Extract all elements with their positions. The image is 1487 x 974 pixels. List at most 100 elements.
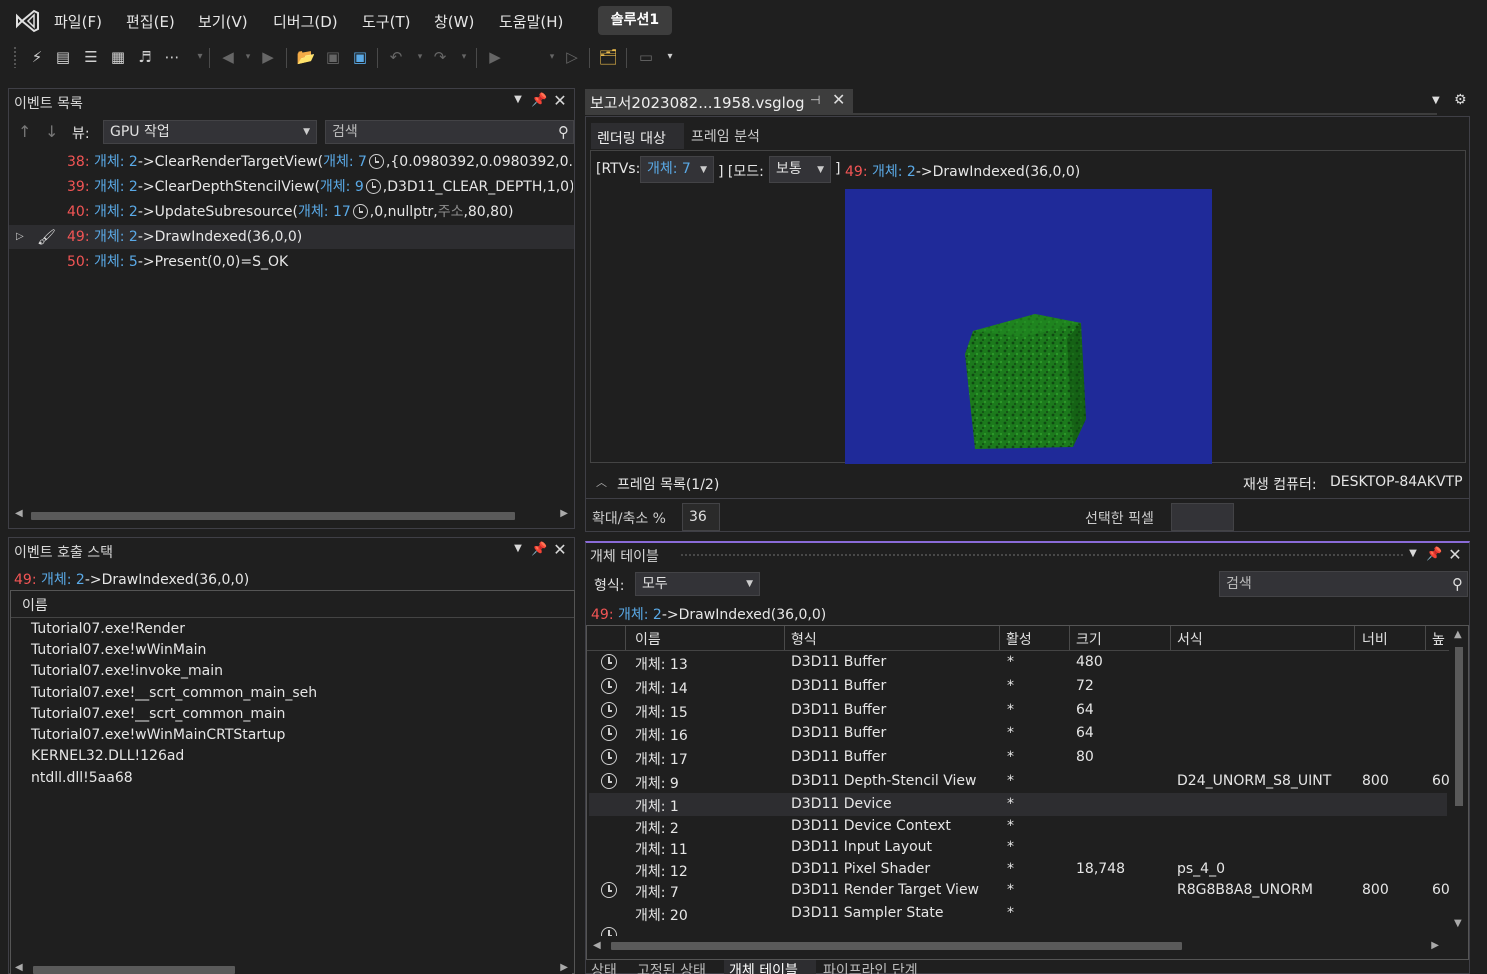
start-without-debug-icon[interactable]: ▷	[562, 47, 582, 67]
stack-frame[interactable]: Tutorial07.exe!__scrt_common_main_seh	[31, 685, 317, 701]
event-row[interactable]: 39: 개체: 2->ClearDepthStencilView(개체: 9 ,D…	[9, 175, 573, 199]
table-row[interactable]: 개체: 9 D3D11 Depth-Stencil View * D24_UNORM_…	[589, 770, 1450, 793]
tab-state[interactable]: 상태	[591, 960, 617, 974]
history-icon[interactable]	[601, 773, 617, 789]
history-icon[interactable]	[601, 725, 617, 741]
solution-explorer-icon[interactable]: 🗂	[598, 47, 618, 67]
object-link[interactable]: 2	[907, 164, 916, 180]
event-row[interactable]: 40: 개체: 2->UpdateSubresource(개체: 17,0,nu…	[9, 200, 573, 224]
overflow-icon[interactable]: ▾	[190, 47, 210, 67]
stack-frame[interactable]: Tutorial07.exe!wWinMain	[31, 642, 206, 658]
next-event-icon[interactable]: ↓	[45, 122, 58, 141]
scroll-left-icon[interactable]: ◀	[15, 962, 23, 973]
event-row[interactable]: 50: 개체: 5->Present(0,0)=S_OK	[9, 250, 573, 274]
back-icon[interactable]: ◀	[218, 47, 238, 67]
stack-frame[interactable]: Tutorial07.exe!invoke_main	[31, 663, 223, 679]
tab-pipeline-stages[interactable]: 파이프라인 단계	[823, 960, 918, 974]
column-header-format[interactable]: 서식	[1177, 629, 1203, 649]
menu-edit[interactable]: 편집(E)	[126, 11, 175, 32]
table-row[interactable]: 개체: 20 D3D11 Sampler State *	[589, 902, 1447, 925]
toolbar-grip[interactable]	[13, 46, 17, 68]
render-target-image[interactable]	[845, 189, 1212, 464]
table-row[interactable]: 개체: 1 D3D11 Device *	[589, 793, 1447, 816]
start-dropdown-icon[interactable]: ▾	[542, 47, 562, 67]
column-divider[interactable]	[1069, 626, 1070, 650]
address-link[interactable]: 주소	[438, 204, 464, 220]
undo-icon[interactable]: ↶	[386, 47, 406, 67]
expand-icon[interactable]: ▷	[16, 225, 24, 249]
open-folder-icon[interactable]: 📂	[296, 47, 316, 67]
scrollbar-thumb[interactable]	[33, 966, 235, 974]
tab-pinned-state[interactable]: 고정된 상태	[637, 960, 706, 974]
pin-icon[interactable]: 📌	[531, 542, 547, 557]
scroll-down-icon[interactable]: ▼	[1454, 918, 1462, 929]
pin-icon[interactable]: 📌	[531, 93, 547, 108]
horizontal-scrollbar[interactable]: ◀ ▶	[11, 507, 572, 523]
object-search-input[interactable]: 검색 ⚲	[1219, 571, 1468, 597]
column-divider[interactable]	[1170, 626, 1171, 650]
capture-icon[interactable]: ⚡	[27, 47, 47, 67]
table-row[interactable]: 개체: 12 D3D11 Pixel Shader * 18,748 ps_4_0	[589, 858, 1447, 881]
save-all-icon[interactable]: ▣	[350, 47, 370, 67]
history-icon[interactable]	[601, 749, 617, 765]
scroll-right-icon[interactable]: ▶	[560, 508, 568, 519]
horizontal-scrollbar[interactable]: ◀ ▶	[587, 937, 1449, 955]
event-row-selected[interactable]: ▷ 🖌 49: 개체: 2->DrawIndexed(36,0,0)	[9, 225, 574, 249]
title-grip[interactable]	[680, 553, 1404, 558]
scroll-right-icon[interactable]: ▶	[560, 962, 568, 973]
object-link[interactable]: 2	[76, 572, 85, 588]
table-row[interactable]: 개체: 16 D3D11 Buffer * 64	[589, 722, 1447, 745]
object-link[interactable]: 2	[129, 204, 138, 220]
call-stack-icon[interactable]: ⋯	[162, 47, 182, 67]
table-row[interactable]: 개체: 14 D3D11 Buffer * 72	[589, 675, 1447, 698]
window-position-icon[interactable]: ▼	[510, 543, 526, 554]
column-header-size[interactable]: 크기	[1076, 629, 1102, 649]
close-icon[interactable]: ✕	[552, 91, 568, 110]
forward-icon[interactable]: ▶	[258, 47, 278, 67]
rtv-select[interactable]: 개체: 7 ▼	[640, 156, 714, 183]
event-search-input[interactable]: 검색 ⚲	[325, 120, 574, 144]
pipeline-icon[interactable]: ♬	[135, 47, 155, 67]
column-divider[interactable]	[625, 626, 626, 650]
back-dropdown-icon[interactable]: ▾	[238, 47, 258, 67]
format-select[interactable]: 모두 ▼	[635, 572, 760, 596]
table-row-clipped[interactable]	[589, 924, 1447, 936]
redo-dropdown-icon[interactable]: ▾	[454, 47, 474, 67]
window-position-icon[interactable]: ▼	[1405, 548, 1421, 559]
scrollbar-thumb[interactable]	[1455, 647, 1463, 806]
tab-render-target[interactable]: 렌더링 대상	[591, 121, 684, 149]
stack-frame[interactable]: Tutorial07.exe!Render	[31, 621, 185, 637]
table-row[interactable]: 개체: 2 D3D11 Device Context *	[589, 815, 1447, 838]
start-icon[interactable]: ▶	[485, 47, 505, 67]
history-icon[interactable]	[601, 654, 617, 670]
mode-select[interactable]: 보통 ▼	[769, 156, 831, 183]
column-divider[interactable]	[784, 626, 785, 650]
document-tab[interactable]: 보고서2023082...1958.vsglog ⊣ ✕	[585, 89, 853, 115]
tab-frame-analysis[interactable]: 프레임 분석	[691, 126, 760, 146]
menu-file[interactable]: 파일(F)	[54, 11, 102, 32]
save-icon[interactable]: ▣	[323, 47, 343, 67]
history-icon[interactable]	[601, 702, 617, 718]
object-link[interactable]: 2	[129, 179, 138, 195]
redo-icon[interactable]: ↷	[430, 47, 450, 67]
undo-dropdown-icon[interactable]: ▾	[410, 47, 430, 67]
scrollbar-thumb[interactable]	[31, 512, 515, 520]
stack-frame[interactable]: KERNEL32.DLL!126ad	[31, 748, 184, 764]
history-icon[interactable]	[368, 154, 384, 169]
window-layout-icon[interactable]: ▭	[636, 47, 656, 67]
gear-icon[interactable]: ⚙	[1454, 92, 1467, 108]
column-divider[interactable]	[999, 626, 1000, 650]
column-header-width[interactable]: 너비	[1362, 629, 1388, 649]
close-icon[interactable]: ✕	[552, 540, 568, 559]
column-header-height[interactable]: 높	[1432, 629, 1445, 649]
previous-event-icon[interactable]: ↑	[18, 122, 31, 141]
object-link[interactable]: 2	[129, 229, 138, 245]
history-icon[interactable]	[365, 179, 381, 194]
scroll-right-icon[interactable]: ▶	[1431, 940, 1439, 951]
object-table-icon[interactable]: ▦	[108, 47, 128, 67]
event-list-icon[interactable]: ☰	[81, 47, 101, 67]
table-row[interactable]: 개체: 13 D3D11 Buffer * 480	[589, 651, 1447, 674]
menu-tools[interactable]: 도구(T)	[362, 11, 410, 32]
scroll-left-icon[interactable]: ◀	[15, 508, 23, 519]
chevron-up-icon[interactable]: ︿	[596, 474, 607, 490]
